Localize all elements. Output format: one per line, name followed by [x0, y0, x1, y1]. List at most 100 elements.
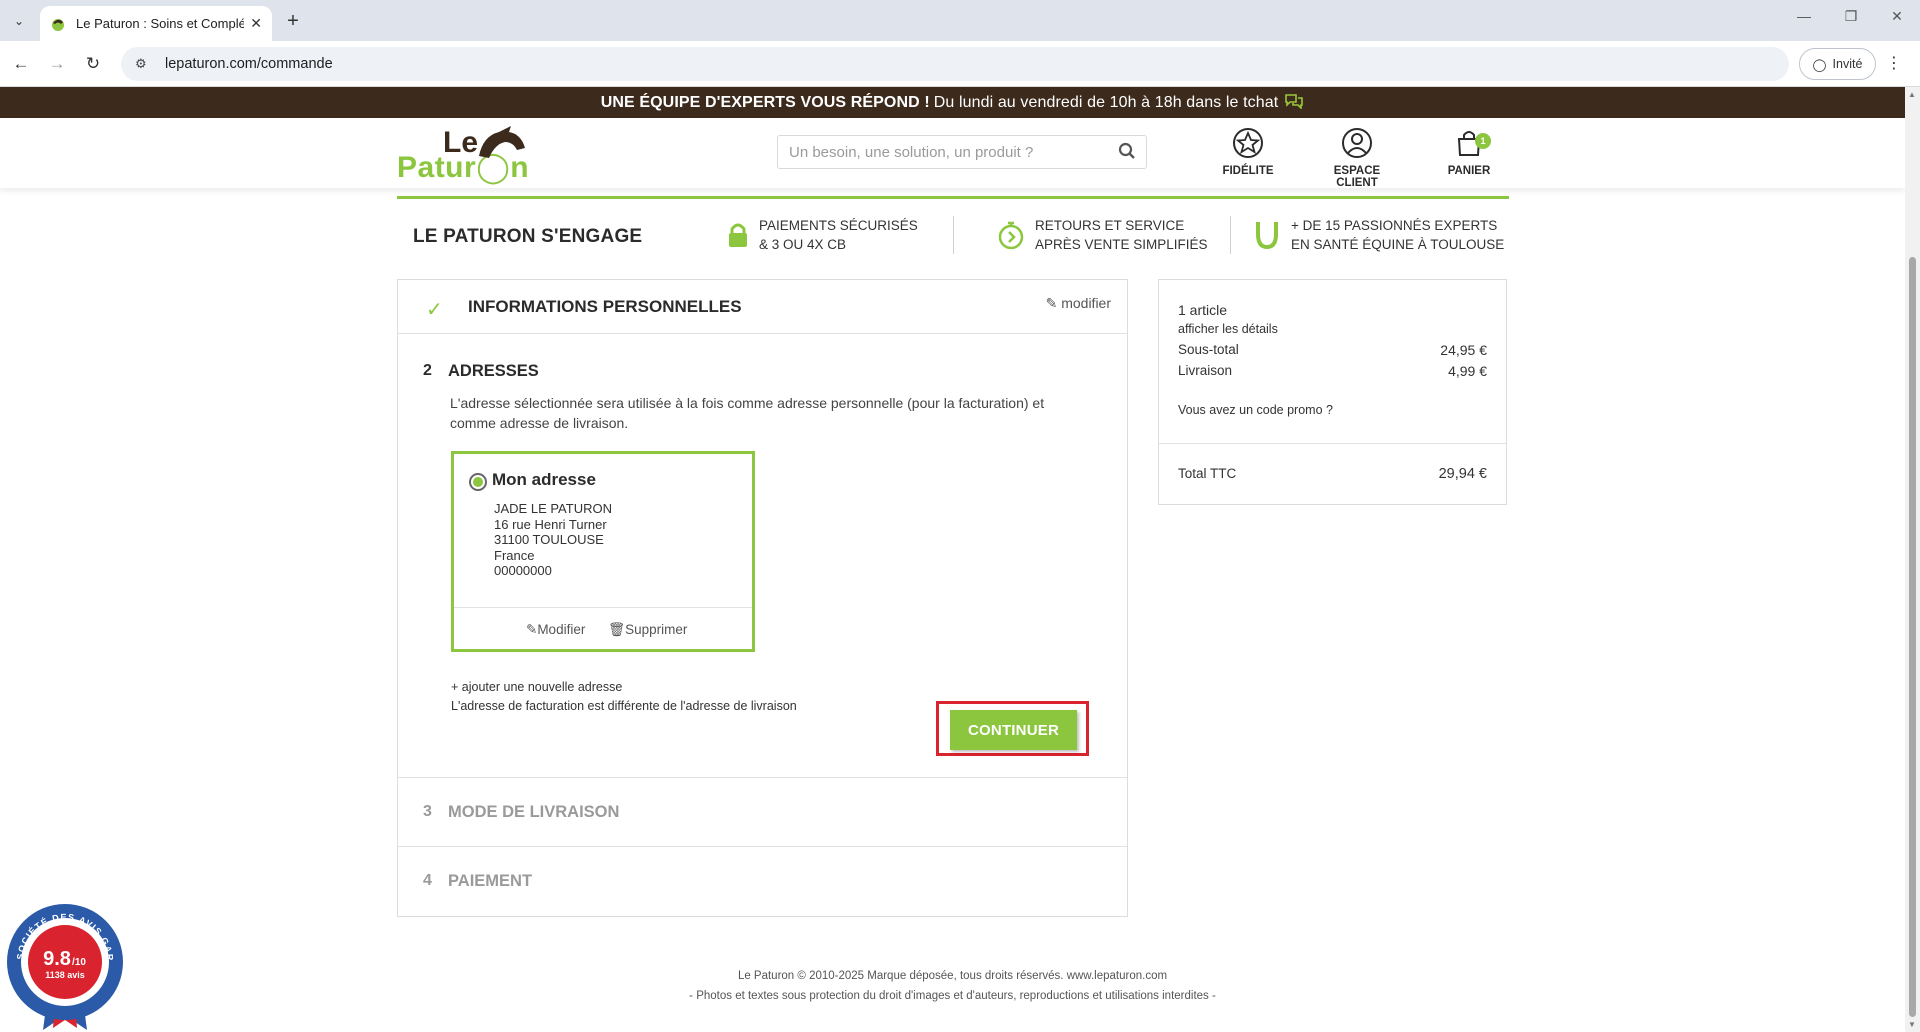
le-paturon-logo[interactable]: Le Patur◯n [397, 126, 529, 184]
address-country: France [494, 547, 535, 563]
cart-count-badge: 1 [1475, 133, 1491, 149]
engage-secure-payment: PAIEMENTS SÉCURISÉS & 3 OU 4X CB [727, 216, 918, 254]
fidelite-link[interactable]: FIDÉLITE [1216, 127, 1280, 177]
profile-guest-button[interactable]: ◯ Invité [1799, 48, 1876, 80]
edit-address-label: Modifier [537, 622, 586, 637]
horse-favicon-icon [52, 18, 64, 31]
url-omnibox[interactable]: ⚙ lepaturon.com/commande [121, 47, 1789, 81]
scroll-down-arrow-icon[interactable]: ▼ [1908, 1020, 1916, 1029]
step4-title: PAIEMENT [448, 872, 533, 890]
engage-item3-line1: + DE 15 PASSIONNÉS EXPERTS [1291, 218, 1498, 233]
tab-close-icon[interactable]: ✕ [250, 15, 262, 32]
header-green-divider [397, 196, 1509, 199]
page-viewport: UNE ÉQUIPE D'EXPERTS VOUS RÉPOND ! Du lu… [0, 87, 1905, 1032]
step-payment: 4 PAIEMENT [398, 847, 1127, 917]
address-phone: 00000000 [494, 563, 552, 578]
horse-head-logo-icon [479, 126, 525, 158]
checkmark-icon: ✓ [426, 299, 443, 321]
continue-button[interactable]: CONTINUER [950, 710, 1077, 750]
step-delivery-mode: 3 MODE DE LIVRAISON [398, 777, 1127, 847]
different-billing-address-link[interactable]: L'adresse de facturation est différente … [451, 699, 797, 713]
shipping-label: Livraison [1178, 363, 1233, 378]
step2-description: L'adresse sélectionnée sera utilisée à l… [450, 395, 1045, 431]
site-settings-icon[interactable]: ⚙ [135, 56, 153, 72]
engage-item1-line1: PAIEMENTS SÉCURISÉS [759, 218, 918, 233]
summary-divider [1159, 443, 1506, 444]
modify-label: modifier [1061, 295, 1111, 311]
engage-item1-line2: & 3 OU 4X CB [759, 237, 847, 252]
panier-link[interactable]: PANIER 1 [1443, 127, 1495, 177]
engagement-strip: LE PATURON S'ENGAGE PAIEMENTS SÉCURISÉS &… [397, 202, 1509, 264]
minimize-icon[interactable]: — [1789, 8, 1819, 24]
step3-number: 3 [423, 803, 432, 820]
site-header: Le Patur◯n Un besoin, une solution, un p… [0, 118, 1905, 189]
reload-icon[interactable]: ↻ [80, 51, 106, 77]
subtotal-label: Sous-total [1178, 342, 1239, 357]
show-details-link[interactable]: afficher les détails [1178, 322, 1278, 336]
promo-normal-text: Du lundi au vendredi de 10h à 18h dans l… [933, 93, 1279, 111]
close-window-icon[interactable]: ✕ [1882, 8, 1912, 25]
browser-menu-icon[interactable]: ⋮ [1886, 53, 1902, 73]
engage-item2-line2: APRÈS VENTE SIMPLIFIÉS [1035, 237, 1208, 252]
delete-address-link[interactable]: 🗑Supprimer [608, 622, 687, 638]
fidelite-label: FIDÉLITE [1222, 165, 1274, 177]
new-tab-plus-icon[interactable]: + [280, 8, 306, 34]
order-summary-panel: 1 article afficher les détails Sous-tota… [1158, 279, 1507, 505]
total-label: Total TTC [1178, 466, 1237, 481]
engage-title: LE PATURON S'ENGAGE [413, 226, 643, 247]
address-card-title: Mon adresse [492, 470, 596, 489]
search-icon[interactable] [1118, 142, 1136, 165]
stopwatch-icon [998, 221, 1024, 250]
engage-experts: + DE 15 PASSIONNÉS EXPERTS EN SANTÉ ÉQUIN… [1253, 216, 1504, 254]
scroll-up-arrow-icon[interactable]: ▲ [1908, 90, 1916, 99]
address-radio-selected[interactable] [469, 473, 487, 491]
review-seal-graphic: SOCIÉTÉ DES AVIS GARANTIS 9.8 /10 1138 a… [1, 894, 123, 1030]
address-card[interactable]: Mon adresse JADE LE PATURON 16 rue Henri… [451, 451, 755, 652]
promo-code-link[interactable]: Vous avez un code promo ? [1178, 403, 1333, 417]
horseshoe-icon [1256, 222, 1278, 250]
footer-copyright: Le Paturon © 2010-2025 Marque déposée, t… [737, 970, 1168, 982]
seal-score: 9.8 [43, 948, 71, 970]
promo-banner: UNE ÉQUIPE D'EXPERTS VOUS RÉPOND ! Du lu… [0, 87, 1905, 118]
address-card-divider [454, 607, 752, 608]
panier-label: PANIER [1447, 165, 1491, 177]
avis-garantis-seal[interactable]: SOCIÉTÉ DES AVIS GARANTIS 9.8 /10 1138 a… [1, 894, 125, 1030]
address-street: 16 rue Henri Turner [494, 516, 607, 532]
browser-tab[interactable]: Le Paturon : Soins et Complém ✕ [40, 6, 272, 41]
plus-icon: + [451, 680, 459, 694]
scrollbar-thumb[interactable] [1909, 257, 1916, 1017]
modify-personal-info-link[interactable]: ✎ modifier [1046, 295, 1111, 312]
tab-title: Le Paturon : Soins et Complém [76, 16, 245, 31]
engage-separator [1230, 216, 1231, 254]
browser-tab-strip: ⌄ Le Paturon : Soins et Complém ✕ + — ❐ … [0, 0, 1920, 41]
step-personal-info: ✓ INFORMATIONS PERSONNELLES ✎ modifier [398, 280, 1127, 334]
footer-rights: - Photos et textes sous protection du dr… [689, 990, 1216, 1002]
padlock-icon [729, 223, 747, 247]
checkout-steps-panel: ✓ INFORMATIONS PERSONNELLES ✎ modifier 2… [397, 279, 1128, 917]
engage-item3-line2: EN SANTÉ ÉQUINE À TOULOUSE [1291, 237, 1505, 252]
step3-title: MODE DE LIVRAISON [448, 803, 620, 821]
add-new-address-link[interactable]: + ajouter une nouvelle adresse [451, 680, 622, 694]
pencil-icon: ✎ [1045, 295, 1058, 311]
user-account-icon [1342, 128, 1372, 158]
star-icon [1233, 128, 1263, 158]
pencil-icon: ✎ [526, 622, 538, 637]
engage-separator [953, 216, 954, 254]
espace-client-label: ESPACE CLIENT [1333, 165, 1381, 189]
espace-client-link[interactable]: ESPACE CLIENT [1314, 127, 1400, 189]
delete-address-label: Supprimer [625, 622, 688, 637]
chat-bubbles-icon[interactable] [1284, 93, 1304, 113]
search-input[interactable]: Un besoin, une solution, un produit ? [777, 135, 1147, 169]
search-placeholder: Un besoin, une solution, un produit ? [789, 143, 1034, 161]
trash-icon: 🗑 [608, 622, 626, 637]
address-lines: JADE LE PATURON 16 rue Henri Turner 3110… [494, 501, 612, 579]
edit-address-link[interactable]: ✎Modifier [526, 622, 585, 638]
page-scrollbar[interactable]: ▲ ▼ [1905, 87, 1920, 1032]
back-arrow-icon[interactable]: ← [8, 51, 34, 77]
tab-search-chevron-icon[interactable]: ⌄ [6, 8, 32, 34]
step4-number: 4 [423, 872, 432, 889]
forward-arrow-icon[interactable]: → [44, 51, 70, 77]
step2-number: 2 [423, 362, 432, 379]
url-text: lepaturon.com/commande [165, 56, 333, 72]
restore-icon[interactable]: ❐ [1836, 8, 1866, 25]
